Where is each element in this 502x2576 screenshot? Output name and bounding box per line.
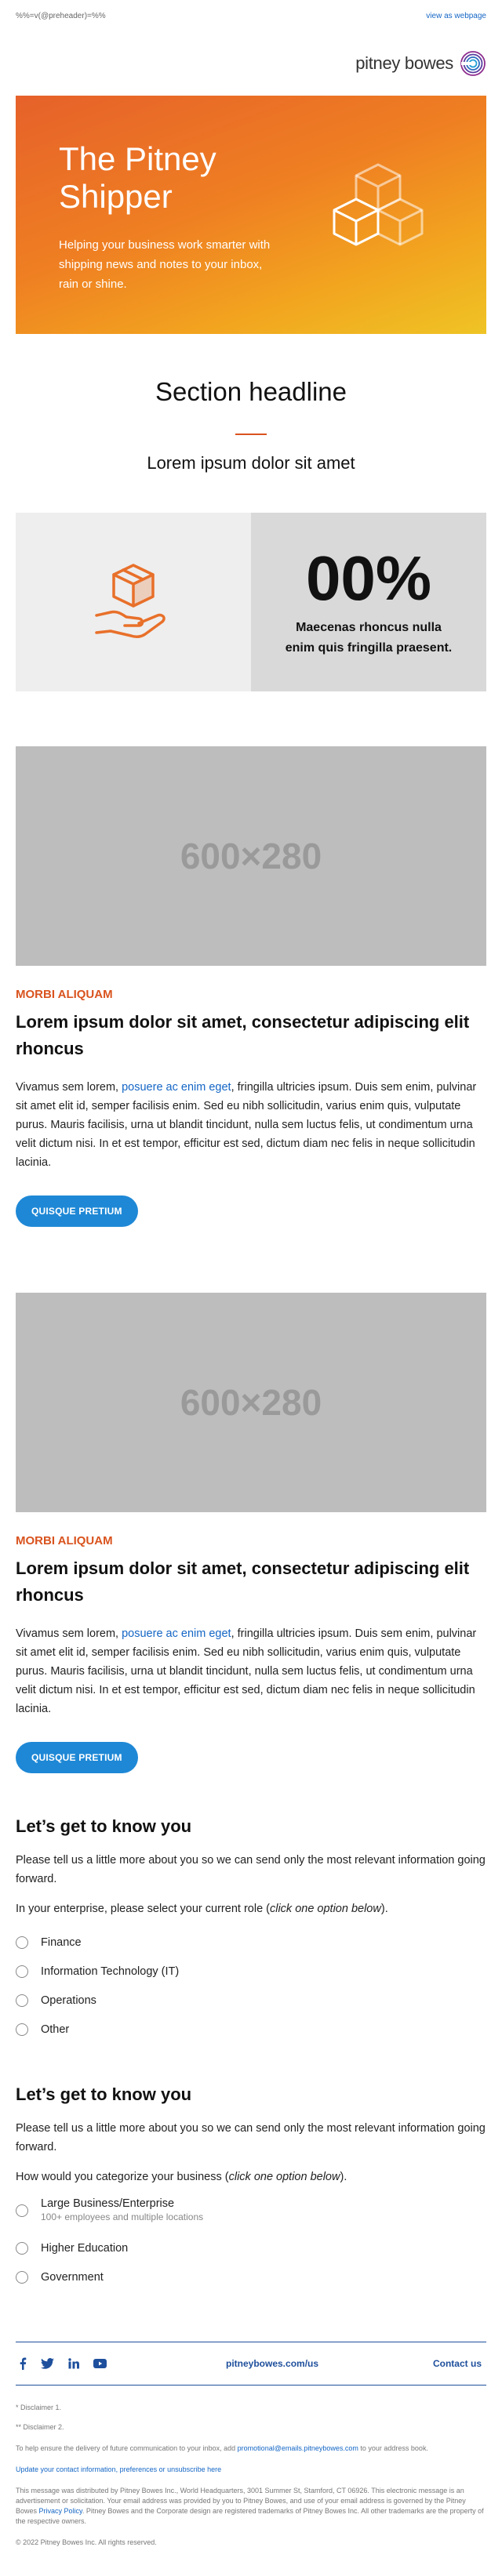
role-option-operations[interactable]: Operations — [16, 1986, 486, 2015]
logo-row: pitney bowes — [0, 31, 502, 96]
article-cta-button[interactable]: QUISQUE PRETIUM — [16, 1742, 138, 1773]
radio-button[interactable] — [16, 1965, 28, 1978]
option-label: Government — [41, 2270, 104, 2284]
brand-logo-mark-icon — [460, 51, 486, 76]
business-option-government[interactable]: Government — [16, 2262, 486, 2291]
contact-us-link[interactable]: Contact us — [433, 2358, 482, 2369]
twitter-icon[interactable] — [41, 2358, 54, 2369]
view-as-webpage-link[interactable]: view as webpage — [426, 12, 486, 20]
article-title: Lorem ipsum dolor sit amet, consectetur … — [16, 1558, 470, 1605]
survey-title: Let’s get to know you — [16, 2084, 192, 2104]
stat-number: 00% — [305, 543, 432, 613]
social-links — [19, 2357, 107, 2370]
radio-button[interactable] — [16, 2270, 28, 2284]
distribution-text: . Pitney Bowes and the Corporate design … — [16, 2507, 484, 2525]
article-inline-link[interactable]: posuere ac enim eget — [122, 1627, 231, 1640]
hero-subtitle: Helping your business work smarter with … — [59, 238, 271, 291]
article-body-text: Vivamus sem lorem, — [16, 1081, 122, 1094]
article-title: Lorem ipsum dolor sit amet, consectetur … — [16, 1012, 470, 1058]
radio-button[interactable] — [16, 2023, 28, 2036]
preferences-unsubscribe-link[interactable]: Update your contact information, prefere… — [16, 2465, 221, 2473]
option-label: Other — [41, 2023, 70, 2036]
radio-button[interactable] — [16, 1936, 28, 1949]
article-body: Vivamus sem lorem, posuere ac enim eget,… — [16, 1078, 486, 1172]
option-hint: 100+ employees and multiple locations — [41, 2211, 204, 2222]
article-body-text: Vivamus sem lorem, — [16, 1627, 122, 1640]
hero-title-line1: The Pitney — [59, 140, 216, 177]
survey-question: In your enterprise, please select your c… — [16, 1899, 486, 1918]
delivery-note: To help ensure the delivery of future co… — [16, 2444, 486, 2454]
article-eyebrow: MORBI ALIQUAM — [16, 988, 113, 1001]
article-card: MORBI ALIQUAM Lorem ipsum dolor sit amet… — [0, 1534, 502, 1773]
linkedin-icon[interactable] — [68, 2358, 79, 2369]
survey-question-text: How would you categorize your business ( — [16, 2171, 229, 2183]
stat-panel: 00% Maecenas rhoncus nulla enim quis fri… — [251, 513, 486, 691]
safe-sender-email-link[interactable]: promotional@emails.pitneybowes.com — [238, 2444, 358, 2452]
stat-block: 00% Maecenas rhoncus nulla enim quis fri… — [16, 513, 486, 691]
survey-intro: Please tell us a little more about you s… — [16, 2122, 486, 2153]
role-option-finance[interactable]: Finance — [16, 1928, 486, 1957]
survey-question-text: ). — [340, 2171, 347, 2183]
hero-title-line2: Shipper — [59, 178, 173, 215]
survey-question-text: In your enterprise, please select your c… — [16, 1903, 270, 1915]
survey-intro: Please tell us a little more about you s… — [16, 1854, 486, 1885]
youtube-icon[interactable] — [93, 2359, 107, 2368]
business-option-higher-ed[interactable]: Higher Education — [16, 2233, 486, 2262]
option-label: Operations — [41, 1994, 96, 2007]
hero-title: The Pitney Shipper — [59, 140, 216, 216]
option-label: Higher Education — [41, 2241, 129, 2255]
article-image-placeholder: 600×280 — [16, 1293, 486, 1512]
article-inline-link[interactable]: posuere ac enim eget — [122, 1081, 231, 1094]
accent-divider — [235, 434, 267, 435]
delivery-text: To help ensure the delivery of future co… — [16, 2444, 238, 2452]
delivery-text: to your address book. — [358, 2444, 428, 2452]
stat-illustration — [16, 513, 251, 691]
option-text: Large Business/Enterprise 100+ employees… — [41, 2197, 203, 2222]
copyright: © 2022 Pitney Bowes Inc. All rights rese… — [16, 2538, 157, 2546]
option-label: Finance — [41, 1936, 82, 1949]
preheader-bar: %%=v(@preheader)=%% view as webpage — [0, 0, 502, 31]
article-cta-button[interactable]: QUISQUE PRETIUM — [16, 1195, 138, 1227]
role-option-it[interactable]: Information Technology (IT) — [16, 1957, 486, 1986]
role-option-other[interactable]: Other — [16, 2015, 486, 2044]
survey-question-text: ). — [380, 1903, 388, 1915]
email-page: %%=v(@preheader)=%% view as webpage pitn… — [0, 0, 502, 2576]
website-link[interactable]: pitneybowes.com/us — [226, 2358, 318, 2369]
article-body-text: , fringilla ultricies ipsum. Duis sem en… — [16, 1627, 477, 1715]
footer-bar: pitneybowes.com/us Contact us — [16, 2342, 486, 2386]
hand-holding-package-icon — [95, 564, 166, 639]
role-options: Finance Information Technology (IT) Oper… — [16, 1928, 486, 2044]
legal-section: * Disclaimer 1. ** Disclaimer 2. To help… — [0, 2403, 502, 2548]
section-subheadline: Lorem ipsum dolor sit amet — [147, 453, 355, 473]
privacy-policy-link[interactable]: Privacy Policy — [39, 2507, 82, 2515]
disclaimer-2: ** Disclaimer 2. — [16, 2423, 64, 2431]
brand-logo-text: pitney bowes — [355, 53, 453, 73]
option-label: Large Business/Enterprise — [41, 2197, 175, 2210]
survey-title: Let’s get to know you — [16, 1816, 192, 1836]
article-body: Vivamus sem lorem, posuere ac enim eget,… — [16, 1624, 486, 1718]
radio-button[interactable] — [16, 2241, 28, 2255]
business-options: Large Business/Enterprise 100+ employees… — [16, 2197, 486, 2291]
article-image-placeholder: 600×280 — [16, 746, 486, 966]
stacked-boxes-icon — [333, 163, 424, 246]
business-survey: Let’s get to know you Please tell us a l… — [0, 2084, 502, 2291]
radio-button[interactable] — [16, 2204, 28, 2217]
option-label: Information Technology (IT) — [41, 1965, 180, 1978]
article-body-text: , fringilla ultricies ipsum. Duis sem en… — [16, 1081, 477, 1169]
disclaimer-1: * Disclaimer 1. — [16, 2404, 62, 2411]
survey-question: How would you categorize your business (… — [16, 2168, 486, 2186]
article-eyebrow: MORBI ALIQUAM — [16, 1534, 113, 1547]
preheader-text: %%=v(@preheader)=%% — [16, 11, 106, 20]
business-option-large[interactable]: Large Business/Enterprise 100+ employees… — [16, 2197, 486, 2233]
facebook-icon[interactable] — [19, 2357, 27, 2370]
distribution-note: This message was distributed by Pitney B… — [16, 2486, 486, 2527]
stat-caption: Maecenas rhoncus nulla enim quis fringil… — [285, 621, 453, 655]
hero-banner: The Pitney Shipper Helping your business… — [16, 96, 486, 334]
article-card: MORBI ALIQUAM Lorem ipsum dolor sit amet… — [0, 988, 502, 1227]
survey-question-emphasis: click one option below — [228, 2171, 340, 2183]
survey-question-emphasis: click one option below — [269, 1903, 381, 1915]
role-survey: Let’s get to know you Please tell us a l… — [0, 1816, 502, 2044]
section-headline: Section headline — [155, 377, 347, 406]
radio-button[interactable] — [16, 1994, 28, 2007]
